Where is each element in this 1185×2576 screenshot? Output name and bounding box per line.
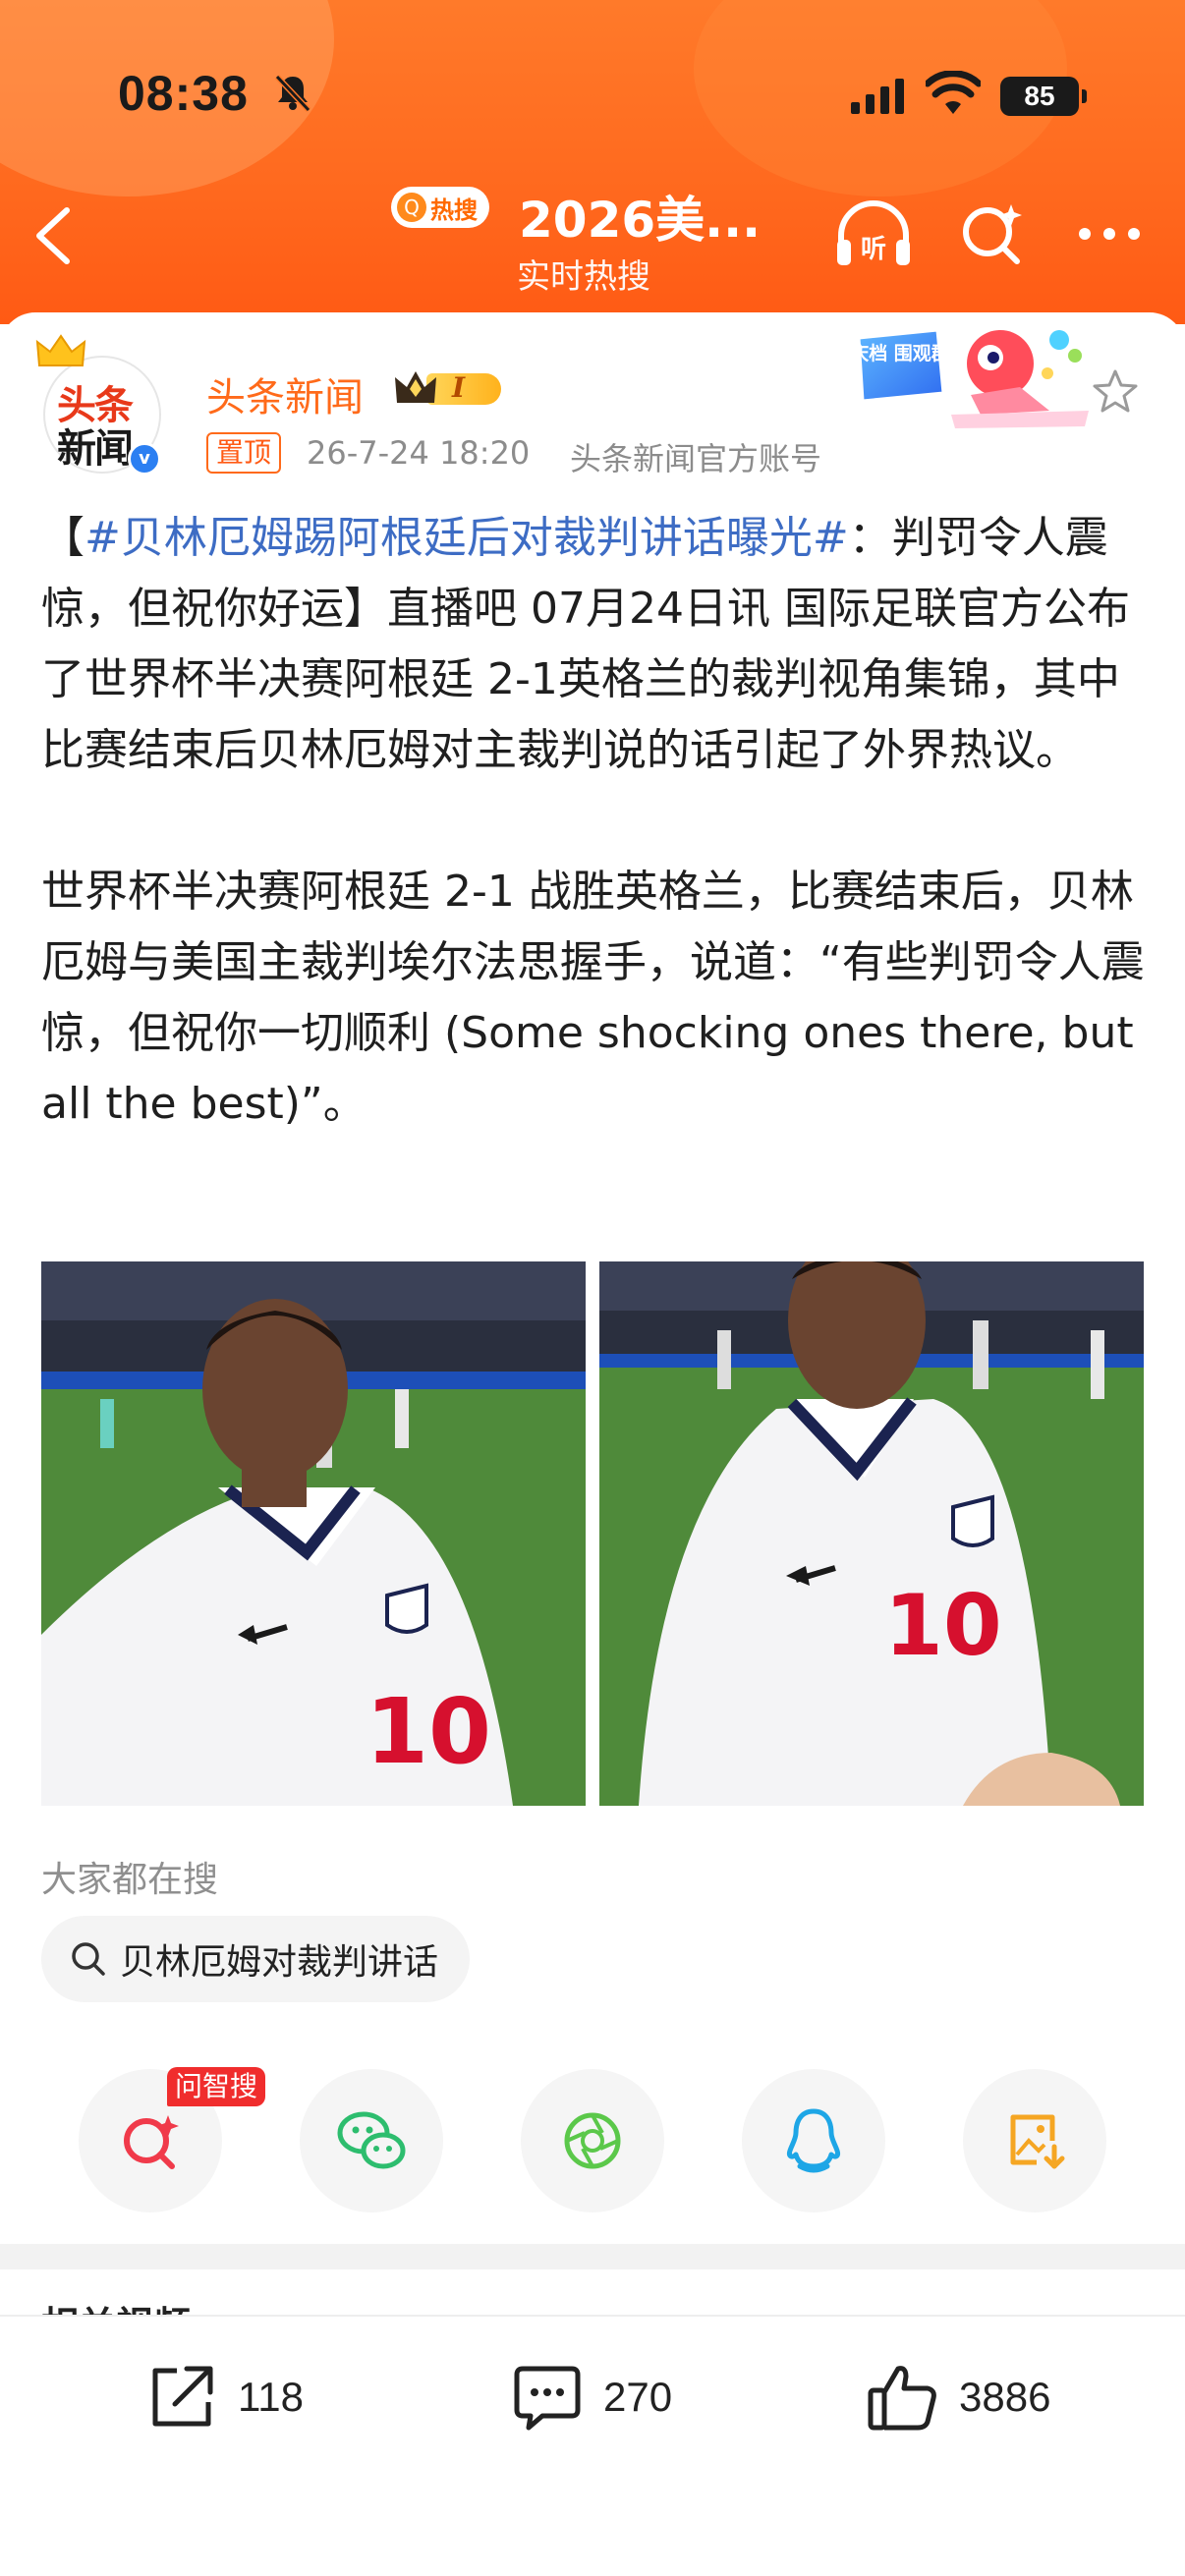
like-button[interactable]: 3886 — [865, 2358, 1050, 2436]
search-spark-icon[interactable] — [958, 200, 1025, 267]
avatar-logo-line2: 新闻 — [57, 426, 134, 472]
repost-count: 118 — [238, 2374, 304, 2420]
share-qq-button[interactable] — [742, 2069, 885, 2212]
ai-search-icon — [124, 2115, 179, 2169]
search-icon: Q — [397, 193, 426, 222]
article-paragraph-1: 【#贝林厄姆踢阿根廷后对裁判讲话曝光#：判罚令人震惊，但祝你好运】直播吧 07月… — [41, 503, 1152, 786]
battery-indicator: 85 — [1000, 77, 1087, 116]
search-icon — [72, 1942, 105, 1976]
hot-search-badge: Q 热搜 — [391, 187, 489, 228]
page-subtitle: 实时热搜 — [517, 257, 650, 297]
comment-icon — [514, 2366, 581, 2431]
bell-muted-icon — [274, 74, 311, 113]
bracket-open: 【 — [41, 513, 85, 563]
level-number: I — [452, 371, 466, 404]
qq-penguin-icon — [787, 2108, 840, 2173]
pinned-tag: 置顶 — [206, 432, 282, 474]
favorite-star-icon[interactable] — [1091, 367, 1140, 417]
thumbs-up-icon — [868, 2366, 936, 2431]
jersey-number-1: 10 — [366, 1679, 491, 1784]
topic-hashtag-link[interactable]: #贝林厄姆踢阿根廷后对裁判讲话曝光# — [85, 513, 849, 563]
repost-button[interactable]: 118 — [143, 2358, 304, 2436]
post-photo-2[interactable]: 10 — [599, 1261, 1144, 1806]
like-count: 3886 — [959, 2374, 1051, 2420]
sticker-text: 国庆档 围观群众 — [853, 342, 969, 364]
moments-aperture-icon — [564, 2112, 621, 2169]
article-body: 【#贝林厄姆踢阿根廷后对裁判讲话曝光#：判罚令人震惊，但祝你好运】直播吧 07月… — [41, 503, 1152, 1210]
save-image-icon — [1010, 2114, 1065, 2169]
svg-text:听: 听 — [861, 235, 886, 264]
listen-headphones-icon[interactable]: 听 — [833, 200, 914, 271]
bottom-action-bar — [0, 2315, 1185, 2576]
level-badge: I — [391, 365, 507, 411]
suggested-search-chip[interactable]: 贝林厄姆对裁判讲话 — [41, 1916, 471, 2002]
suggested-search-text: 贝林厄姆对裁判讲话 — [120, 1942, 439, 1983]
article-paragraph-2: 世界杯半决赛阿根廷 2-1 战胜英格兰，比赛结束后，贝林厄姆与美国主裁判埃尔法思… — [41, 867, 1145, 1129]
author-name[interactable]: 头条新闻 — [206, 365, 364, 422]
repost-icon — [152, 2366, 213, 2427]
level-crown-icon — [395, 371, 436, 403]
comment-count: 270 — [603, 2374, 673, 2420]
share-wechat-button[interactable] — [300, 2069, 443, 2212]
cellular-signal-icon — [851, 79, 904, 114]
share-moments-button[interactable] — [521, 2069, 664, 2212]
jersey-number-2: 10 — [884, 1577, 1002, 1675]
author-avatar[interactable]: 头条 新闻 v — [35, 334, 165, 476]
post-photo-1[interactable]: 10 — [41, 1261, 586, 1806]
post-time: 26-7-24 18:20 — [307, 434, 531, 472]
comment-button[interactable]: 270 — [509, 2358, 672, 2436]
section-divider — [0, 2244, 1185, 2269]
wifi-icon — [926, 71, 981, 114]
national-day-sticker: 国庆档 围观群众 — [853, 328, 1089, 428]
back-arrow-icon[interactable] — [29, 204, 77, 267]
verified-badge-icon: v — [128, 442, 161, 476]
more-options-icon[interactable] — [1075, 224, 1144, 244]
post-source: 头条新闻官方账号 — [570, 440, 822, 477]
page-title: 2026美... — [519, 192, 762, 249]
status-time: 08:38 — [118, 66, 249, 121]
save-image-button[interactable] — [963, 2069, 1106, 2212]
people-searching-title: 大家都在搜 — [41, 1860, 219, 1900]
wechat-icon — [337, 2111, 406, 2169]
wenzhi-search-tag: 问智搜 — [167, 2067, 266, 2106]
crown-icon — [35, 334, 86, 366]
hot-badge-label: 热搜 — [430, 196, 478, 224]
